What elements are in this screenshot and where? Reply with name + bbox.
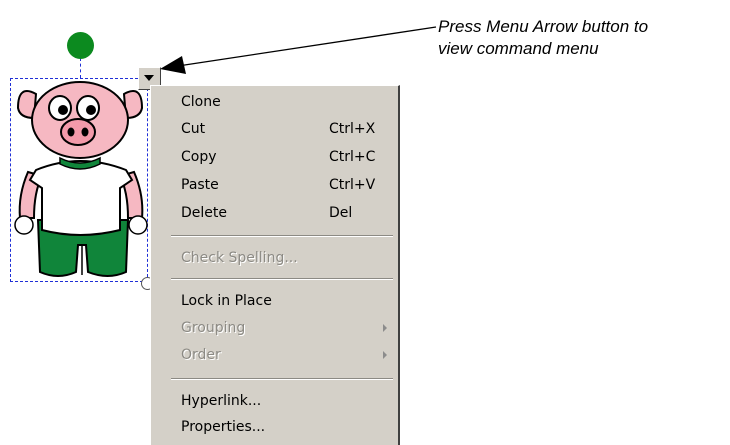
menu-item-shortcut: Ctrl+X xyxy=(329,121,376,137)
menu-item-shortcut: Ctrl+V xyxy=(329,177,376,193)
menu-separator xyxy=(171,378,393,380)
callout-line-2: view command menu xyxy=(438,39,599,58)
menu-item-label: Hyperlink... xyxy=(181,393,262,409)
menu-item-label: Check Spelling... xyxy=(181,250,298,266)
callout-line-1: Press Menu Arrow button to xyxy=(438,17,649,36)
menu-item-clone[interactable]: Clone xyxy=(151,89,397,115)
menu-item-properties[interactable]: Properties... xyxy=(151,414,397,440)
menu-item-grouping[interactable]: Grouping xyxy=(151,315,397,341)
menu-item-label: Properties... xyxy=(181,419,266,435)
menu-item-label: Lock in Place xyxy=(181,293,272,309)
menu-item-label: Copy xyxy=(181,149,217,165)
menu-item-copy[interactable]: Copy Ctrl+C xyxy=(151,144,397,170)
triangle-down-icon xyxy=(144,75,154,81)
submenu-arrow-icon xyxy=(383,351,387,359)
submenu-arrow-icon xyxy=(383,324,387,332)
menu-item-label: Order xyxy=(181,347,221,363)
menu-separator xyxy=(171,235,393,237)
rotate-handle[interactable] xyxy=(67,32,94,59)
menu-item-label: Paste xyxy=(181,177,219,193)
menu-item-hyperlink[interactable]: Hyperlink... xyxy=(151,388,397,414)
menu-item-shortcut: Del xyxy=(329,205,353,221)
menu-item-shortcut: Ctrl+C xyxy=(329,149,376,165)
menu-item-paste[interactable]: Paste Ctrl+V xyxy=(151,172,397,198)
menu-item-label: Grouping xyxy=(181,320,246,336)
menu-separator xyxy=(171,278,393,280)
menu-item-label: Clone xyxy=(181,94,221,110)
menu-item-order[interactable]: Order xyxy=(151,342,397,368)
rotate-handle-connector xyxy=(80,58,81,78)
context-menu: Clone Cut Ctrl+X Copy Ctrl+C Paste Ctrl+… xyxy=(150,85,400,445)
pig-clipart[interactable] xyxy=(8,80,153,285)
menu-item-lock-in-place[interactable]: Lock in Place xyxy=(151,288,397,314)
menu-item-cut[interactable]: Cut Ctrl+X xyxy=(151,116,397,142)
callout-text: Press Menu Arrow button to view command … xyxy=(438,16,730,60)
menu-item-label: Delete xyxy=(181,205,227,221)
menu-item-label: Cut xyxy=(181,121,206,137)
menu-item-check-spelling[interactable]: Check Spelling... xyxy=(151,245,397,271)
menu-item-delete[interactable]: Delete Del xyxy=(151,200,397,226)
